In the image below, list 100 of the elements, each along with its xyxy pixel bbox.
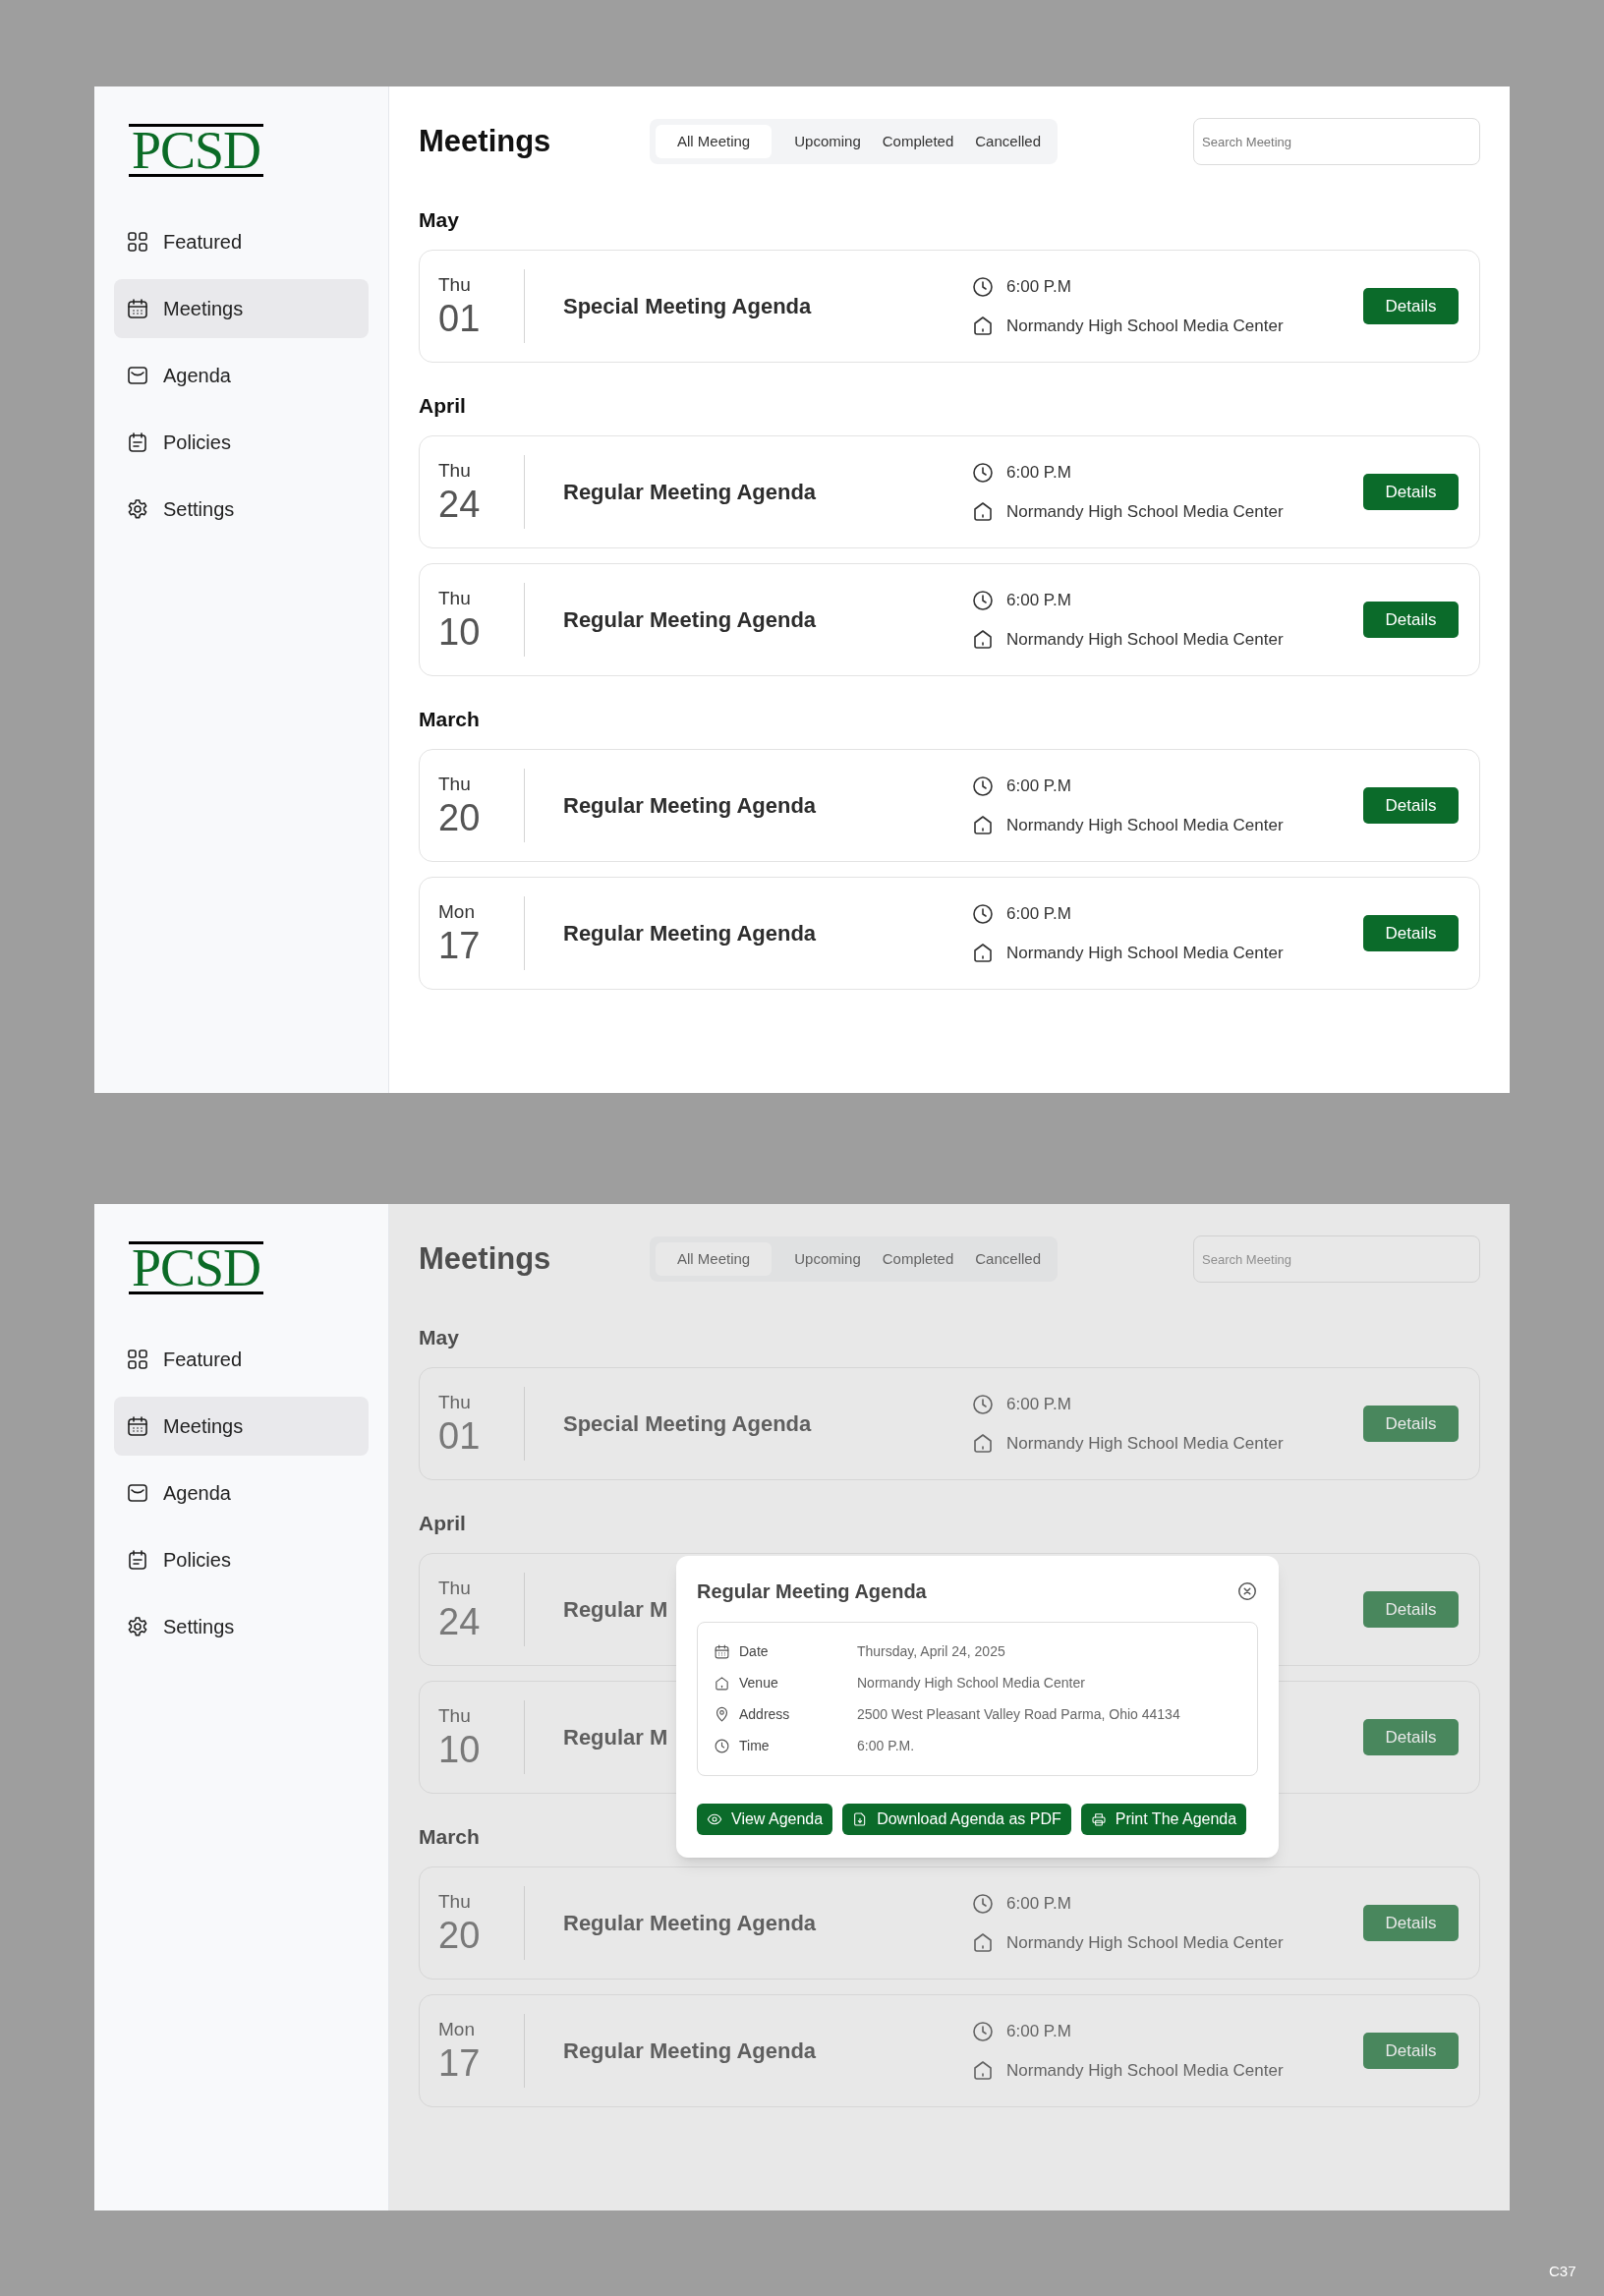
house-icon	[971, 813, 995, 837]
month-heading: April	[419, 1511, 466, 1537]
details-button[interactable]: Details	[1363, 474, 1459, 510]
eye-icon	[707, 1811, 722, 1827]
meeting-title: Regular Meeting Agenda	[563, 921, 817, 946]
grid-icon	[126, 230, 149, 254]
search-field[interactable]: Search Meeting	[1193, 118, 1480, 165]
close-icon	[1236, 1580, 1258, 1602]
meeting-title: Special Meeting Agenda	[563, 1411, 812, 1436]
day-number: 20	[438, 795, 482, 839]
meeting-time: 6:00 P.M	[1006, 276, 1071, 298]
nav-item[interactable]: Featured	[114, 212, 369, 271]
gear-icon	[126, 1615, 149, 1638]
details-button[interactable]: Details	[1363, 1905, 1459, 1941]
detail-label: Venue	[739, 1674, 778, 1693]
nav-item[interactable]: Agenda	[114, 1464, 369, 1522]
details-button[interactable]: Details	[1363, 1406, 1459, 1442]
weekday: Thu	[438, 272, 472, 297]
agenda-action-button[interactable]: Download Agenda as PDF	[842, 1804, 1071, 1835]
nav-item[interactable]: Settings	[114, 480, 369, 539]
printer-icon	[1090, 1811, 1107, 1827]
nav-item[interactable]: Policies	[114, 413, 369, 472]
clock-icon	[971, 774, 995, 798]
clock-icon	[971, 588, 995, 612]
details-button[interactable]: Details	[1363, 602, 1459, 638]
tab[interactable]: Cancelled	[964, 125, 1052, 158]
day-number: 17	[438, 923, 482, 967]
clock-icon	[971, 901, 995, 926]
search-field[interactable]: Search Meeting	[1193, 1235, 1480, 1283]
weekday: Thu	[438, 1576, 472, 1600]
details-button[interactable]: Details	[1363, 2033, 1459, 2069]
clipboard-icon	[126, 430, 149, 454]
gear-icon	[126, 497, 149, 521]
weekday: Mon	[438, 2017, 476, 2041]
month-heading: March	[419, 1824, 480, 1851]
detail-value: Normandy High School Media Center	[857, 1674, 1085, 1693]
weekday: Thu	[438, 1390, 472, 1414]
detail-value: 2500 West Pleasant Valley Road Parma, Ohio 44134	[857, 1705, 1180, 1724]
tab[interactable]: Completed	[871, 1242, 965, 1276]
meeting-time: 6:00 P.M	[1006, 2021, 1071, 2042]
clock-icon	[971, 1392, 995, 1416]
tab[interactable]: All Meeting	[656, 125, 773, 158]
house-icon	[971, 1930, 995, 1955]
month-heading: May	[419, 1325, 459, 1351]
house-icon	[714, 1675, 730, 1692]
day-number: 20	[438, 1913, 482, 1957]
clipboard-icon	[126, 1548, 149, 1572]
month-heading: May	[419, 207, 459, 234]
month-heading: March	[419, 707, 480, 733]
meeting-time: 6:00 P.M	[1006, 775, 1071, 797]
details-button[interactable]: Details	[1363, 1719, 1459, 1755]
nav-item[interactable]: Meetings	[114, 1397, 369, 1456]
dialog-title: Regular Meeting Agenda	[697, 1579, 927, 1604]
nav-item[interactable]: Meetings	[114, 279, 369, 338]
clock-icon	[971, 460, 995, 485]
meeting-venue: Normandy High School Media Center	[1006, 628, 1284, 651]
envelope-icon	[126, 1481, 149, 1505]
tab[interactable]: Upcoming	[783, 1242, 872, 1276]
details-button[interactable]: Details	[1363, 1591, 1459, 1628]
corner-label: C37	[1549, 2262, 1576, 2281]
agenda-action-button[interactable]: View Agenda	[697, 1804, 833, 1835]
house-icon	[971, 1431, 995, 1456]
weekday: Thu	[438, 1889, 472, 1914]
clock-icon	[714, 1738, 730, 1754]
meeting-time: 6:00 P.M	[1006, 462, 1071, 484]
tab[interactable]: Cancelled	[964, 1242, 1052, 1276]
page-title: Meetings	[419, 122, 552, 160]
meeting-title: Regular Meeting Agenda	[563, 480, 817, 504]
day-number: 24	[438, 1599, 482, 1643]
detail-label: Date	[739, 1642, 769, 1661]
map-pin-icon	[714, 1706, 730, 1723]
details-button[interactable]: Details	[1363, 787, 1459, 824]
logo: PCSD	[129, 124, 263, 177]
weekday: Thu	[438, 458, 472, 483]
details-button[interactable]: Details	[1363, 288, 1459, 324]
meeting-venue: Normandy High School Media Center	[1006, 814, 1284, 836]
nav-item[interactable]: Policies	[114, 1530, 369, 1589]
grid-icon	[126, 1348, 149, 1371]
house-icon	[971, 2058, 995, 2083]
meeting-time: 6:00 P.M	[1006, 1893, 1071, 1915]
day-number: 01	[438, 1413, 482, 1458]
agenda-action-button[interactable]: Print The Agenda	[1080, 1804, 1247, 1835]
meeting-venue: Normandy High School Media Center	[1006, 1432, 1284, 1455]
tab[interactable]: Completed	[871, 125, 965, 158]
tab[interactable]: Upcoming	[783, 125, 872, 158]
day-number: 10	[438, 609, 482, 654]
nav-item[interactable]: Settings	[114, 1597, 369, 1656]
meeting-venue: Normandy High School Media Center	[1006, 1931, 1284, 1954]
nav-item[interactable]: Agenda	[114, 346, 369, 405]
weekday: Thu	[438, 1703, 472, 1728]
house-icon	[971, 314, 995, 338]
nav-item[interactable]: Featured	[114, 1330, 369, 1389]
details-button[interactable]: Details	[1363, 915, 1459, 951]
clock-icon	[971, 274, 995, 299]
weekday: Thu	[438, 586, 472, 610]
close-button[interactable]	[1236, 1580, 1258, 1602]
tab[interactable]: All Meeting	[656, 1242, 773, 1276]
calendar-icon	[126, 1414, 149, 1438]
day-number: 10	[438, 1727, 482, 1771]
calendar-icon	[714, 1643, 730, 1660]
